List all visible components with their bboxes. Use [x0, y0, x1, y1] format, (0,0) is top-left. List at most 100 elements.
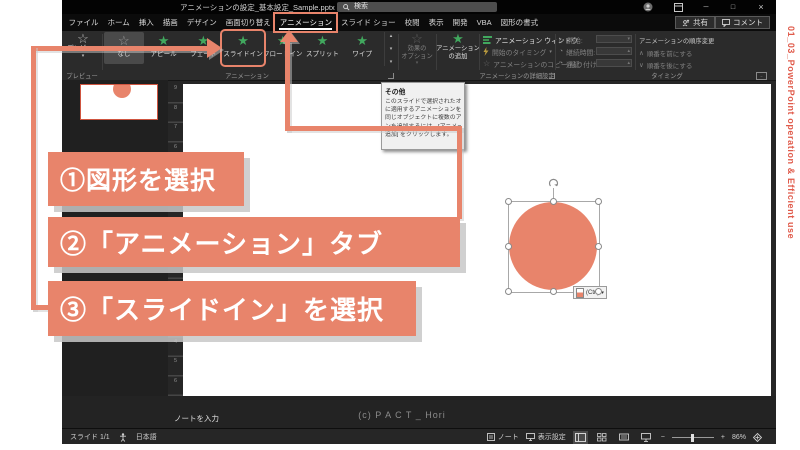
reading-view-button[interactable]	[617, 431, 632, 444]
split-star-icon: ★	[316, 33, 329, 48]
slide-sorter-view-button[interactable]	[595, 431, 610, 444]
tab-home[interactable]: ホーム	[103, 14, 134, 31]
gallery-scroll-up[interactable]: ▴	[390, 32, 393, 40]
clock-icon: ◔	[559, 60, 564, 67]
selection-bounding-box	[508, 201, 600, 293]
share-button[interactable]: 共有	[675, 16, 715, 29]
tab-review[interactable]: 校閲	[400, 14, 424, 31]
account-avatar[interactable]	[640, 0, 656, 14]
advanced-animation-dialog-launcher[interactable]	[549, 73, 555, 79]
accessibility-button[interactable]	[119, 432, 127, 442]
tab-draw[interactable]: 描画	[158, 14, 182, 31]
selection-handle-bottom-left[interactable]	[505, 288, 512, 295]
rotation-handle[interactable]	[547, 177, 560, 190]
slide-in-star-icon: ★	[237, 33, 249, 48]
clipboard-icon	[576, 287, 584, 298]
comment-icon	[722, 18, 730, 27]
effect-options-icon: ☆	[411, 31, 423, 46]
gallery-more-button[interactable]: ▾	[390, 58, 393, 66]
gallery-item-split[interactable]: ★ スプリット	[303, 32, 343, 64]
document-title: アニメーションの設定_基本設定_Sample.pptx	[180, 3, 335, 12]
tab-file[interactable]: ファイル	[64, 14, 103, 31]
normal-view-button[interactable]	[572, 430, 588, 444]
display-settings-button[interactable]: 表示設定	[525, 432, 566, 442]
group-label-animation: アニメーション	[225, 73, 269, 80]
add-animation-button[interactable]: ★ アニメーション の追加	[436, 32, 480, 60]
tab-vba[interactable]: VBA	[472, 14, 496, 31]
notes-toggle-button[interactable]: ノート	[486, 432, 519, 442]
start-select[interactable]: ▾	[596, 35, 632, 43]
slide-sorter-icon	[597, 432, 607, 441]
maximize-button[interactable]: □	[725, 0, 741, 14]
close-button[interactable]: ×	[753, 0, 769, 14]
language-indicator[interactable]: 日本語	[136, 432, 157, 442]
slide-indicator: スライド 1/1	[70, 434, 110, 441]
selection-handle-middle-left[interactable]	[505, 243, 512, 250]
move-later-button[interactable]: ∨ 順番を後にする	[639, 59, 692, 70]
selection-handle-middle-right[interactable]	[595, 243, 602, 250]
wipe-star-icon: ★	[356, 33, 368, 48]
caret-up-icon: ∧	[639, 49, 644, 57]
notes-placeholder[interactable]: ノートを入力	[174, 413, 219, 424]
selection-handle-bottom-right[interactable]	[595, 288, 602, 295]
collapse-ribbon-icon: −	[760, 73, 763, 79]
slideshow-icon	[641, 432, 652, 442]
effect-options-button[interactable]: ☆ 効果の オプション ▾	[400, 32, 434, 66]
gallery-scroll-buttons: ▴ ▾ ▾	[384, 32, 397, 66]
selection-handle-top-right[interactable]	[595, 198, 602, 205]
tab-slideshow[interactable]: スライド ショー	[336, 14, 400, 31]
zoom-level[interactable]: 86%	[732, 434, 746, 441]
move-earlier-button[interactable]: ∧ 順番を前にする	[639, 47, 692, 58]
gallery-item-wipe[interactable]: ★ ワイプ	[342, 32, 382, 64]
delay-input[interactable]: ▴	[596, 59, 632, 67]
spinner-icon: ▴	[627, 60, 630, 66]
status-bar: スライド 1/1 日本語 ノート 表示設定 − + 86%	[62, 428, 776, 444]
selection-handle-top-left[interactable]	[505, 198, 512, 205]
search-placeholder: 検索	[354, 3, 368, 10]
tab-transitions[interactable]: 画面切り替え	[221, 14, 275, 31]
duration-input[interactable]: ▴	[596, 47, 632, 55]
connector-step2-vertical-bottom	[457, 126, 462, 219]
zoom-in-button[interactable]: +	[721, 434, 725, 441]
zoom-slider-handle[interactable]	[690, 433, 694, 442]
chevron-down-icon: ▾	[627, 36, 630, 42]
slide-thumbnail-1[interactable]	[80, 84, 158, 120]
side-caption: 01_03_PowerPoint operation & Efficient u…	[786, 26, 796, 240]
start-row: ▷ 開始:	[559, 36, 583, 45]
search-input[interactable]: 検索	[337, 2, 497, 12]
trigger-button[interactable]: 開始のタイミング ▾	[483, 46, 552, 57]
zoom-slider[interactable]	[671, 431, 714, 444]
rotate-icon	[548, 178, 559, 187]
selection-handle-top-center[interactable]	[550, 198, 557, 205]
connector-step3-vertical	[31, 46, 36, 310]
tab-shape-format[interactable]: 図形の書式	[496, 14, 543, 31]
collapse-ribbon-button[interactable]: −	[756, 72, 767, 80]
tab-design[interactable]: デザイン	[182, 14, 221, 31]
display-settings-icon	[525, 433, 535, 441]
fit-to-window-icon	[753, 432, 762, 442]
delay-row: ◔ 遅延:	[559, 60, 582, 69]
fit-to-window-button[interactable]	[753, 432, 762, 442]
tab-view[interactable]: 表示	[424, 14, 448, 31]
zoom-out-button[interactable]: −	[661, 434, 665, 441]
thumbnail-shape-circle	[113, 85, 131, 98]
gallery-item-slide-in[interactable]: ★ スライドイン	[220, 29, 266, 67]
tab-animations[interactable]: アニメーション	[273, 12, 339, 33]
chevron-down-icon: ▾	[81, 52, 85, 59]
reorder-title: アニメーションの順序変更	[639, 38, 715, 45]
selection-handle-bottom-center[interactable]	[550, 288, 557, 295]
minimize-button[interactable]: ─	[698, 0, 714, 14]
slide-footer-credit: (c) P A C T _ Hori	[358, 410, 446, 420]
play-icon: ▷	[559, 36, 565, 44]
tab-developer[interactable]: 開発	[448, 14, 472, 31]
slideshow-view-button[interactable]	[639, 431, 654, 444]
animation-dialog-launcher[interactable]	[388, 73, 394, 79]
comment-button[interactable]: コメント	[715, 16, 770, 29]
tab-insert[interactable]: 挿入	[134, 14, 158, 31]
ribbon-display-options-button[interactable]	[670, 0, 686, 14]
connector-step2-horizontal	[285, 126, 462, 131]
paste-options-button[interactable]: (Ctrl) ▾	[573, 286, 607, 299]
group-label-advanced-animation: アニメーションの詳細設定	[479, 73, 555, 80]
animation-pane-icon	[483, 35, 492, 44]
gallery-scroll-down[interactable]: ▾	[390, 45, 393, 53]
